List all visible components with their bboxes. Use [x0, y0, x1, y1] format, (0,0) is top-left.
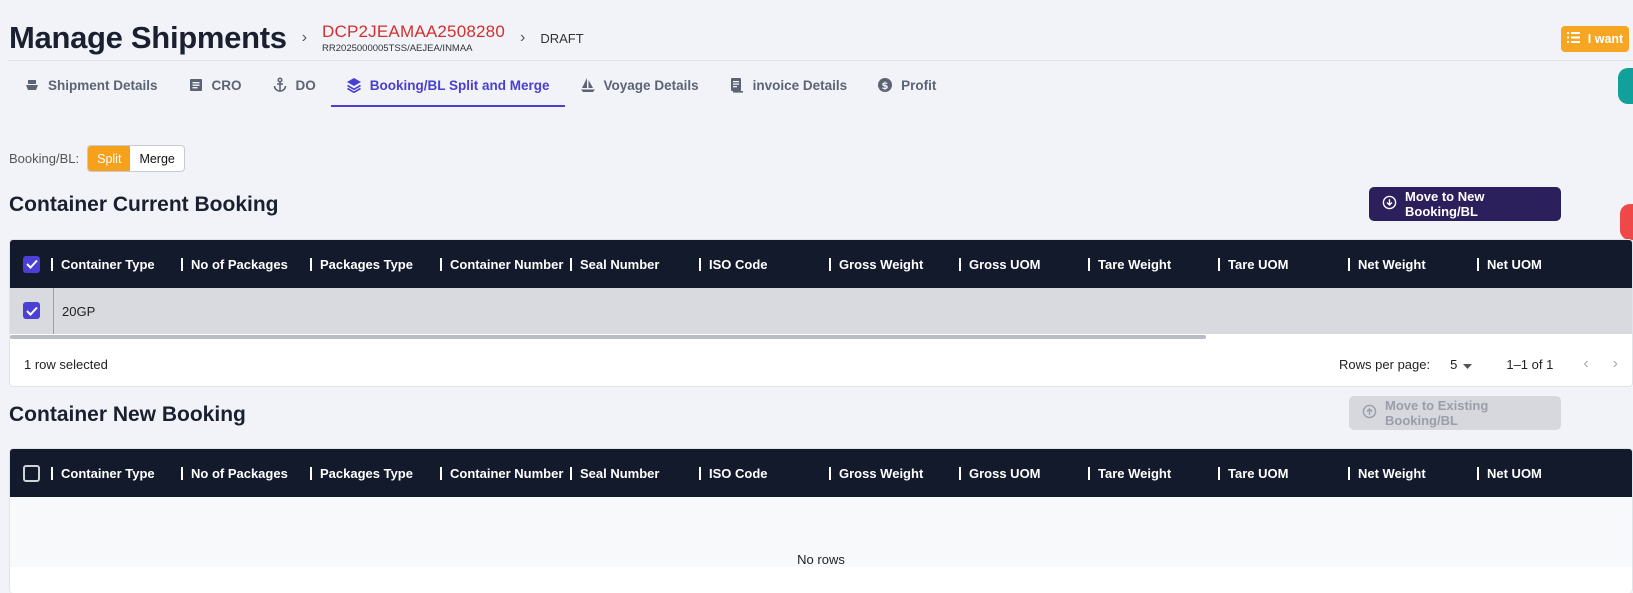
chevron-right-icon: › [301, 29, 308, 46]
move-to-existing-booking-button[interactable]: Move to Existing Booking/BL [1349, 396, 1561, 430]
tab-label: Shipment Details [48, 77, 158, 93]
invoice-icon [729, 77, 745, 93]
status-badge: DRAFT [540, 30, 584, 46]
tab-label: invoice Details [752, 77, 848, 93]
column-header[interactable]: Net UOM [1477, 240, 1542, 288]
scrollbar-thumb[interactable] [10, 335, 1206, 339]
split-button[interactable]: Split [88, 146, 131, 171]
no-rows-text: No rows [797, 552, 845, 567]
booking-id: DCP2JEAMAA2508280 [322, 21, 505, 41]
column-header[interactable]: Seal Number [570, 240, 659, 288]
column-header[interactable]: Packages Type [310, 240, 413, 288]
layers-icon [346, 77, 362, 93]
svg-text:$: $ [882, 81, 889, 92]
i-want-label: I want [1587, 32, 1624, 46]
previous-page-icon[interactable]: ‹ [1583, 355, 1588, 373]
ship-icon [24, 77, 40, 93]
column-header[interactable]: No of Packages [181, 240, 288, 288]
column-header[interactable]: ISO Code [699, 449, 768, 497]
arrow-down-circle-icon [1382, 195, 1397, 213]
tab-label: DO [295, 77, 316, 93]
tab-cro[interactable]: CRO [173, 66, 257, 104]
tab-label: Booking/BL Split and Merge [369, 77, 550, 93]
cell-container-type: 20GP [62, 303, 96, 319]
page-header: Manage Shipments › DCP2JEAMAA2508280 RR2… [9, 18, 584, 58]
current-booking-title: Container Current Booking [9, 193, 279, 216]
rows-per-page-select[interactable]: 5 [1450, 356, 1473, 372]
new-booking-grid: Container Type No of Packages Packages T… [9, 448, 1633, 593]
current-booking-grid: Container Type No of Packages Packages T… [9, 239, 1633, 387]
chevron-right-icon: › [519, 29, 526, 46]
tab-label: Profit [901, 77, 937, 93]
column-header[interactable]: Gross Weight [829, 240, 923, 288]
split-merge-toggle: Split Merge [87, 145, 185, 172]
tab-shipment-details[interactable]: Shipment Details [9, 66, 173, 104]
row-checkbox[interactable] [23, 302, 40, 319]
list-icon [1566, 32, 1580, 46]
column-header[interactable]: Tare Weight [1088, 449, 1171, 497]
tab-profit[interactable]: $ Profit [862, 66, 951, 104]
document-icon [188, 77, 204, 93]
tab-voyage-details[interactable]: Voyage Details [565, 66, 714, 104]
grid-footer: 1 row selected Rows per page: 5 1–1 of 1… [10, 340, 1632, 386]
pagination: Rows per page: 5 1–1 of 1 ‹ › [1339, 340, 1632, 386]
column-header[interactable]: Tare UOM [1218, 449, 1288, 497]
move-to-new-label: Move to New Booking/BL [1405, 189, 1485, 219]
anchor-icon [272, 77, 288, 93]
move-to-existing-label: Move to Existing Booking/BL [1385, 398, 1489, 428]
column-header[interactable]: Gross Weight [829, 449, 923, 497]
column-header[interactable]: ISO Code [699, 240, 768, 288]
booking-bl-toggle-row: Booking/BL: Split Merge [9, 145, 185, 172]
column-header[interactable]: Container Number [440, 449, 563, 497]
selected-count: 1 row selected [24, 356, 108, 372]
column-header[interactable]: Net Weight [1348, 449, 1426, 497]
merge-button[interactable]: Merge [130, 146, 183, 171]
column-header[interactable]: Container Number [440, 240, 563, 288]
grid-header: Container Type No of Packages Packages T… [10, 449, 1632, 497]
table-row[interactable]: 20GP [10, 288, 1632, 334]
move-to-new-booking-button[interactable]: Move to New Booking/BL [1369, 187, 1561, 221]
sailboat-icon [580, 77, 596, 93]
tab-label: Voyage Details [603, 77, 699, 93]
caret-down-icon [1463, 357, 1473, 372]
page-title: Manage Shipments [9, 20, 287, 55]
i-want-button[interactable]: I want [1561, 26, 1629, 52]
select-all-checkbox[interactable] [23, 255, 40, 273]
booking-ref: RR2025000005TSS/AEJEA/INMAA [322, 42, 473, 54]
column-header[interactable]: Gross UOM [959, 240, 1041, 288]
cell-divider [53, 288, 54, 334]
tab-bar: Shipment Details CRO DO Booking/BL Split… [9, 66, 951, 107]
column-header[interactable]: Tare Weight [1088, 240, 1171, 288]
arrow-up-circle-icon [1362, 404, 1377, 422]
tab-booking-split-merge[interactable]: Booking/BL Split and Merge [330, 66, 565, 107]
column-header[interactable]: Net Weight [1348, 240, 1426, 288]
column-header[interactable]: Container Type [51, 449, 155, 497]
tab-invoice-details[interactable]: invoice Details [714, 66, 863, 104]
rows-per-page-label: Rows per page: [1339, 356, 1431, 372]
select-all-checkbox[interactable] [23, 464, 40, 482]
page-range: 1–1 of 1 [1506, 356, 1554, 372]
empty-state: No rows [10, 497, 1632, 567]
new-booking-title: Container New Booking [9, 403, 246, 426]
breadcrumb-booking[interactable]: DCP2JEAMAA2508280 RR2025000005TSS/AEJEA/… [322, 23, 505, 54]
column-header[interactable]: Container Type [51, 240, 155, 288]
tab-do[interactable]: DO [257, 66, 331, 104]
next-page-icon[interactable]: › [1613, 355, 1618, 373]
dollar-icon: $ [877, 77, 893, 93]
column-header[interactable]: Seal Number [570, 449, 659, 497]
tab-label: CRO [211, 77, 242, 93]
grid-header: Container Type No of Packages Packages T… [10, 240, 1632, 288]
column-header[interactable]: Tare UOM [1218, 240, 1288, 288]
rows-per-page-value: 5 [1450, 356, 1458, 372]
column-header[interactable]: Gross UOM [959, 449, 1041, 497]
alert-fab[interactable] [1620, 204, 1633, 240]
column-header[interactable]: Packages Type [310, 449, 413, 497]
chat-fab[interactable] [1618, 68, 1633, 104]
header-divider [8, 60, 1633, 61]
booking-bl-label: Booking/BL: [9, 151, 80, 166]
column-header[interactable]: No of Packages [181, 449, 288, 497]
column-header[interactable]: Net UOM [1477, 449, 1542, 497]
